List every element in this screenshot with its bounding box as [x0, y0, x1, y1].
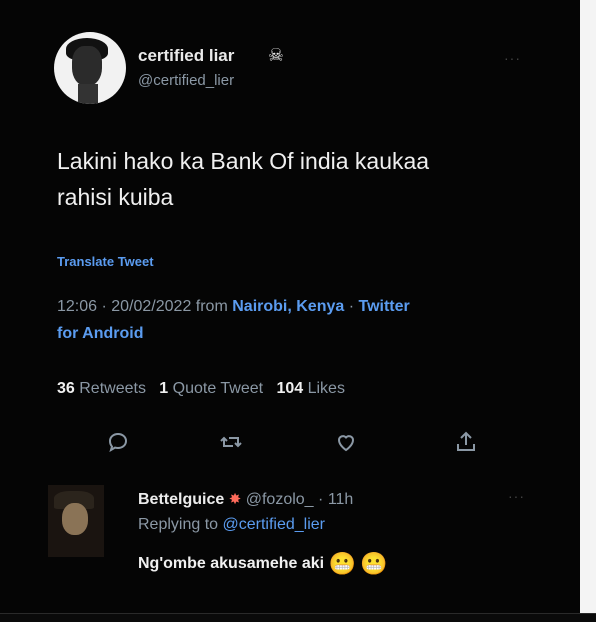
reply-icon	[108, 432, 128, 453]
replying-handle[interactable]: @certified_lier	[223, 516, 326, 533]
display-name[interactable]: certified liar	[138, 46, 234, 66]
grimacing-face-icon: 😬	[328, 551, 356, 576]
tweet-text-line2: rahisi kuiba	[57, 184, 174, 210]
tweet-client-part2[interactable]: for Android	[57, 320, 410, 347]
replying-label: Replying to	[138, 516, 223, 533]
retweet-icon	[220, 436, 242, 448]
reply-display-name[interactable]: Bettelguice	[138, 491, 224, 508]
tweet-text: Lakini hako ka Bank Of india kaukaa rahi…	[57, 143, 527, 215]
tweet-stats: 36 Retweets 1 Quote Tweet 104 Likes	[57, 380, 345, 398]
screenshot-frame: certified liar ☠ @certified_lier ··· Lak…	[0, 0, 596, 622]
quotes-stat[interactable]: 1 Quote Tweet	[159, 380, 263, 397]
more-options-icon[interactable]: ···	[504, 50, 521, 66]
tweet-actions	[0, 425, 580, 465]
retweets-label: Retweets	[79, 380, 146, 397]
grimacing-face-icon: 😬	[360, 551, 388, 576]
tweet-meta-line1: 12:06 · 20/02/2022 from Nairobi, Kenya ·…	[57, 293, 410, 320]
skull-crossbones-icon: ☠	[267, 45, 285, 65]
retweets-stat[interactable]: 36 Retweets	[57, 380, 146, 397]
tweet-meta: 12:06 · 20/02/2022 from Nairobi, Kenya ·…	[57, 293, 410, 347]
like-button[interactable]	[329, 425, 363, 459]
avatar[interactable]	[54, 32, 126, 104]
share-button[interactable]	[449, 425, 483, 459]
tweet-location[interactable]: Nairobi, Kenya	[232, 298, 344, 315]
tweet-text-line1: Lakini hako ka Bank Of india kaukaa	[57, 148, 430, 174]
retweet-button[interactable]	[214, 425, 248, 459]
translate-tweet-link[interactable]: Translate Tweet	[57, 254, 154, 269]
reply-button[interactable]	[101, 425, 135, 459]
heart-icon	[337, 435, 355, 452]
share-icon	[457, 431, 475, 451]
reply-text: Ng'ombe akusamehe aki 😬 😬	[138, 551, 388, 577]
avatar-neck	[78, 84, 98, 104]
reply-time[interactable]: 11h	[328, 491, 354, 508]
retweets-count: 36	[57, 380, 75, 397]
screenshot-bottom-border	[0, 613, 596, 622]
burst-icon: ✸	[228, 491, 242, 508]
reply-text-content: Ng'ombe akusamehe aki	[138, 555, 325, 573]
tweet-timestamp[interactable]: 12:06 · 20/02/2022 from	[57, 298, 232, 315]
screenshot-right-border	[580, 0, 596, 622]
avatar-face	[72, 46, 102, 86]
reply-header: Bettelguice ✸ @fozolo_ · 11h	[138, 490, 353, 509]
reply-separator: ·	[318, 491, 324, 508]
user-handle[interactable]: @certified_lier	[138, 72, 234, 89]
quotes-label: Quote Tweet	[172, 380, 264, 397]
likes-stat[interactable]: 104 Likes	[276, 380, 345, 397]
reply-avatar[interactable]	[48, 485, 104, 557]
meta-separator: ·	[344, 298, 359, 315]
reply-avatar-face	[62, 503, 88, 535]
likes-label: Likes	[307, 380, 345, 397]
quotes-count: 1	[159, 380, 169, 397]
replying-to: Replying to @certified_lier	[138, 516, 325, 534]
tweet-client-part1[interactable]: Twitter	[358, 298, 409, 315]
reply-handle[interactable]: @fozolo_	[246, 491, 314, 508]
likes-count: 104	[276, 380, 304, 397]
reply-more-options-icon[interactable]: ···	[508, 488, 525, 504]
